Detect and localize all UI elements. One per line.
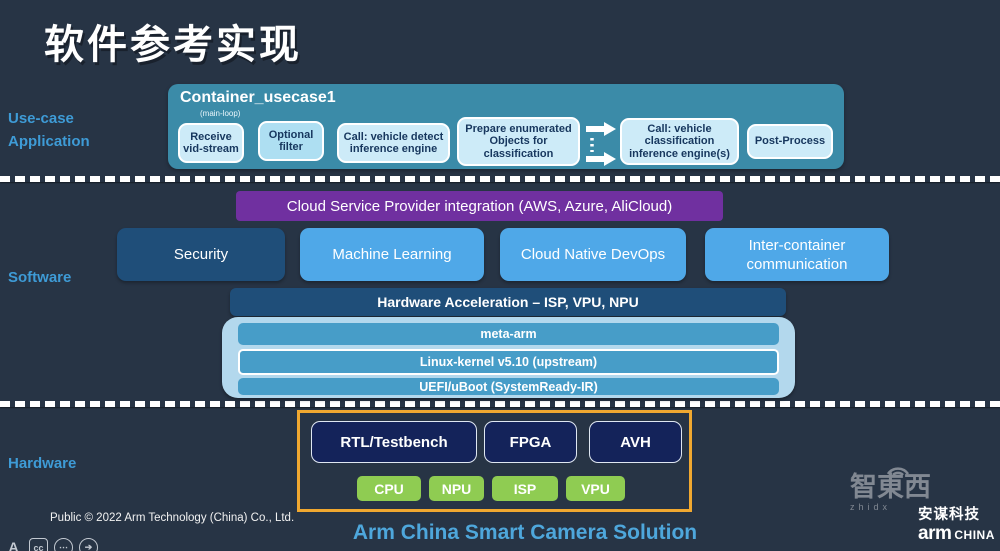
share-arrow-icon: ➔ (79, 538, 98, 551)
hw-box-rtl-testbench: RTL/Testbench (311, 421, 477, 463)
cc-license-icons: A cc ⋯ ➔ (4, 538, 98, 551)
software-box-machine-learning: Machine Learning (300, 228, 484, 281)
ellipsis-icon: ⋯ (54, 538, 73, 551)
label-application: Application (8, 133, 90, 150)
divider-software-hardware (0, 401, 1000, 407)
zhidx-wordmark: 智東西 (850, 472, 946, 502)
armchina-arm-text: arm (918, 523, 951, 545)
stack-bar-meta-arm: meta-arm (238, 323, 779, 345)
usecase-title: Container_usecase1 (180, 89, 336, 107)
os-stack: meta-arm Linux-kernel v5.10 (upstream) U… (222, 317, 795, 398)
software-box-security: Security (117, 228, 285, 281)
person-icon: A (4, 538, 23, 551)
hw-accel-bar: Hardware Acceleration – ISP, VPU, NPU (230, 288, 786, 316)
page-title: 软件参考实现 (44, 12, 302, 70)
solution-caption: Arm China Smart Camera Solution (290, 521, 760, 545)
stack-bar-uefi-uboot: UEFI/uBoot (SystemReady-IR) (238, 378, 779, 395)
ip-chip-npu: NPU (429, 476, 484, 501)
cc-icon: cc (29, 538, 48, 551)
ip-chip-cpu: CPU (357, 476, 421, 501)
copyright-text: Public © 2022 Arm Technology (China) Co.… (50, 512, 294, 524)
usecase-step-prepare: Prepare enumerated Objects for classific… (457, 117, 580, 166)
software-box-inter-container: Inter-container communication (705, 228, 889, 281)
label-software: Software (8, 269, 71, 286)
divider-usecase-software (0, 176, 1000, 182)
armchina-country-text: CHINA (954, 528, 995, 542)
usecase-step-receive: Receive vid-stream (178, 123, 244, 163)
armchina-logo: 安谋科技 arm CHINA (918, 503, 995, 545)
label-hardware: Hardware (8, 455, 76, 472)
cloud-provider-bar: Cloud Service Provider integration (AWS,… (236, 191, 723, 221)
loop-arrow-icon (584, 122, 618, 166)
slide: 软件参考实现 Use-case Application Software Har… (0, 0, 1000, 551)
ip-chip-vpu: VPU (566, 476, 625, 501)
usecase-container: Container_usecase1 (main-loop) Receive v… (168, 84, 844, 169)
usecase-step-filter: Optional filter (258, 121, 324, 161)
wifi-arcs-icon (884, 460, 912, 476)
software-box-cloud-native-devops: Cloud Native DevOps (500, 228, 686, 281)
stack-bar-linux-kernel: Linux-kernel v5.10 (upstream) (238, 349, 779, 375)
hw-box-avh: AVH (589, 421, 682, 463)
armchina-cn-text: 安谋科技 (918, 503, 995, 524)
usecase-step-postprocess: Post-Process (747, 124, 833, 159)
ip-chip-isp: ISP (492, 476, 558, 501)
hw-box-fpga: FPGA (484, 421, 577, 463)
label-use-case: Use-case (8, 110, 74, 127)
usecase-step-classify: Call: vehicle classification inference e… (620, 118, 739, 165)
usecase-step-detect: Call: vehicle detect inference engine (337, 123, 450, 163)
usecase-subtitle: (main-loop) (200, 109, 240, 118)
